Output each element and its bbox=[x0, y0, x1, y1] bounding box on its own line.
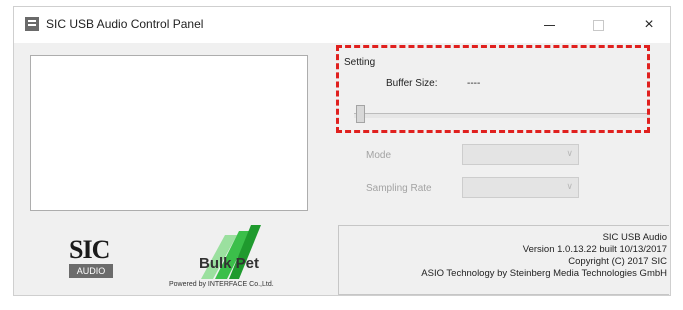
info-asio: ASIO Technology by Steinberg Media Techn… bbox=[421, 268, 667, 279]
sic-logo-audio-label: AUDIO bbox=[69, 264, 113, 278]
title-bar[interactable]: SIC USB Audio Control Panel × bbox=[14, 7, 670, 43]
info-product: SIC USB Audio bbox=[602, 232, 667, 243]
bulk-pet-stripes-icon bbox=[201, 225, 261, 279]
sampling-rate-dropdown[interactable]: ∨ bbox=[462, 177, 579, 198]
maximize-icon bbox=[592, 19, 604, 31]
mode-dropdown[interactable]: ∨ bbox=[462, 144, 579, 165]
info-version: Version 1.0.13.22 built 10/13/2017 bbox=[522, 244, 667, 255]
highlight-annotation-box bbox=[336, 45, 650, 133]
sic-audio-logo: SIC AUDIO bbox=[69, 237, 115, 285]
close-icon: × bbox=[644, 16, 654, 33]
window-title: SIC USB Audio Control Panel bbox=[46, 17, 204, 31]
bulk-pet-text: Bulk Pet bbox=[199, 255, 260, 272]
chevron-down-icon: ∨ bbox=[566, 148, 573, 158]
chevron-down-icon: ∨ bbox=[566, 181, 573, 191]
version-info-box: SIC USB Audio Version 1.0.13.22 built 10… bbox=[338, 225, 669, 295]
app-icon bbox=[25, 17, 39, 31]
info-copyright: Copyright (C) 2017 SIC bbox=[568, 256, 667, 267]
bulk-pet-logo: Bulk Pet Powered by INTERFACE Co.,Ltd. bbox=[169, 225, 319, 297]
control-panel-window: SIC USB Audio Control Panel × SIC AUDIO … bbox=[13, 6, 671, 296]
maximize-button[interactable] bbox=[575, 7, 621, 43]
minimize-button[interactable] bbox=[526, 7, 572, 43]
device-list[interactable] bbox=[30, 55, 308, 211]
minimize-icon bbox=[543, 24, 555, 26]
mode-label: Mode bbox=[366, 150, 392, 161]
sampling-rate-label: Sampling Rate bbox=[366, 183, 432, 194]
close-button[interactable]: × bbox=[626, 7, 672, 43]
sic-logo-text: SIC bbox=[69, 235, 110, 264]
powered-by-text: Powered by INTERFACE Co.,Ltd. bbox=[169, 281, 274, 288]
